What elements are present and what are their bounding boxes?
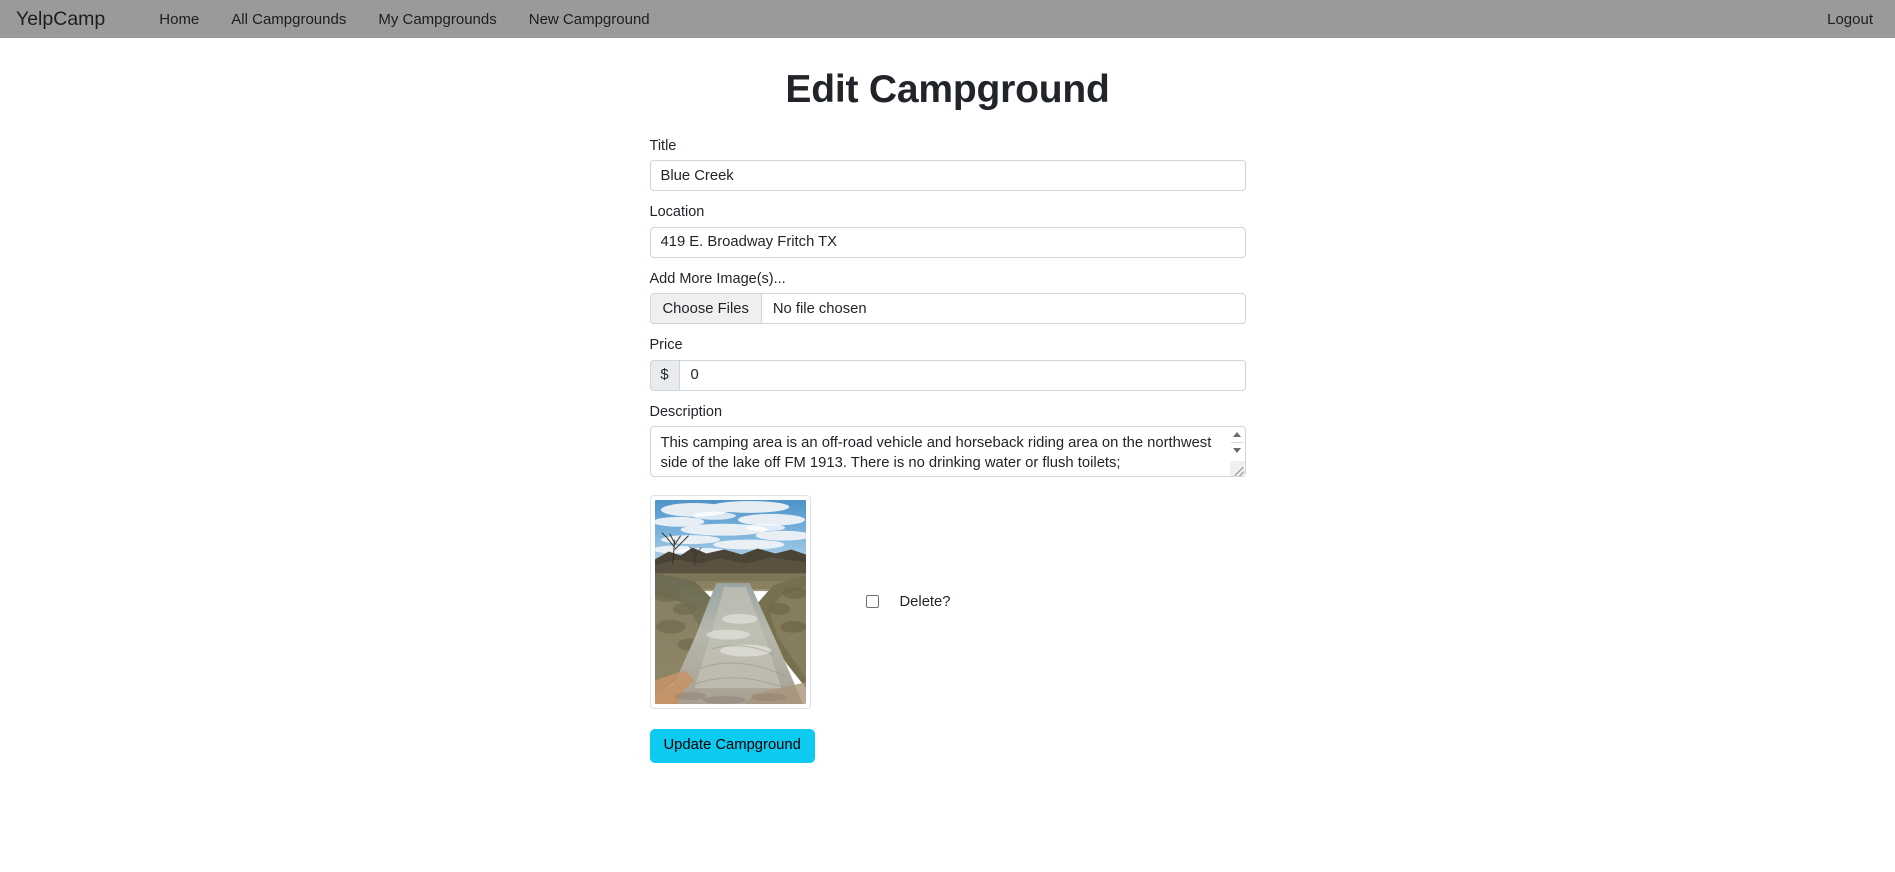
navbar-links: Home All Campgrounds My Campgrounds New …	[143, 11, 1811, 28]
campground-photo	[654, 499, 806, 704]
navbar-right: Logout	[1811, 11, 1873, 28]
choose-files-button[interactable]: Choose Files	[650, 294, 762, 324]
page-title: Edit Campground	[785, 68, 1110, 111]
nav-link-my-campgrounds[interactable]: My Campgrounds	[362, 11, 512, 28]
delete-image-label: Delete?	[899, 593, 951, 610]
file-input[interactable]: Choose Files No file chosen	[649, 293, 1246, 325]
description-label: Description	[649, 403, 723, 420]
currency-symbol: $	[649, 359, 679, 391]
nav-link-logout[interactable]: Logout	[1811, 11, 1873, 28]
navbar: YelpCamp Home All Campgrounds My Campgro…	[0, 0, 1895, 38]
nav-link-home[interactable]: Home	[143, 11, 215, 28]
field-add-images: Add More Image(s)... Choose Files No fil…	[649, 270, 1246, 325]
field-price: Price $	[649, 337, 1246, 391]
nav-link-all-campgrounds[interactable]: All Campgrounds	[215, 11, 362, 28]
edit-campground-form: Title Location Add More Image(s)... Choo…	[649, 138, 1246, 763]
page-body: Edit Campground Title Location Add More …	[0, 38, 1895, 763]
description-textarea[interactable]	[649, 425, 1246, 477]
delete-image-checkbox[interactable]	[865, 595, 879, 609]
scroll-down-arrow-icon[interactable]	[1229, 443, 1245, 458]
location-input[interactable]	[649, 226, 1246, 258]
existing-image-row: Delete?	[649, 494, 1246, 709]
delete-image-group: Delete?	[865, 593, 951, 610]
resize-handle-icon[interactable]	[1229, 460, 1245, 476]
field-description: Description	[649, 403, 1246, 477]
description-wrapper	[649, 425, 1246, 477]
file-status-text: No file chosen	[772, 300, 867, 317]
price-input-group: $	[649, 359, 1246, 391]
field-location: Location	[649, 204, 1246, 258]
title-input[interactable]	[649, 160, 1246, 192]
scroll-up-arrow-icon[interactable]	[1229, 427, 1245, 442]
add-images-label: Add More Image(s)...	[649, 270, 786, 287]
navbar-brand[interactable]: YelpCamp	[16, 8, 105, 31]
price-input[interactable]	[678, 359, 1246, 391]
price-label: Price	[649, 337, 683, 354]
campground-thumbnail	[649, 494, 811, 709]
location-label: Location	[649, 204, 705, 221]
nav-link-new-campground[interactable]: New Campground	[513, 11, 666, 28]
title-label: Title	[649, 138, 677, 154]
update-campground-button[interactable]: Update Campground	[649, 728, 815, 763]
field-title: Title	[649, 138, 1246, 192]
